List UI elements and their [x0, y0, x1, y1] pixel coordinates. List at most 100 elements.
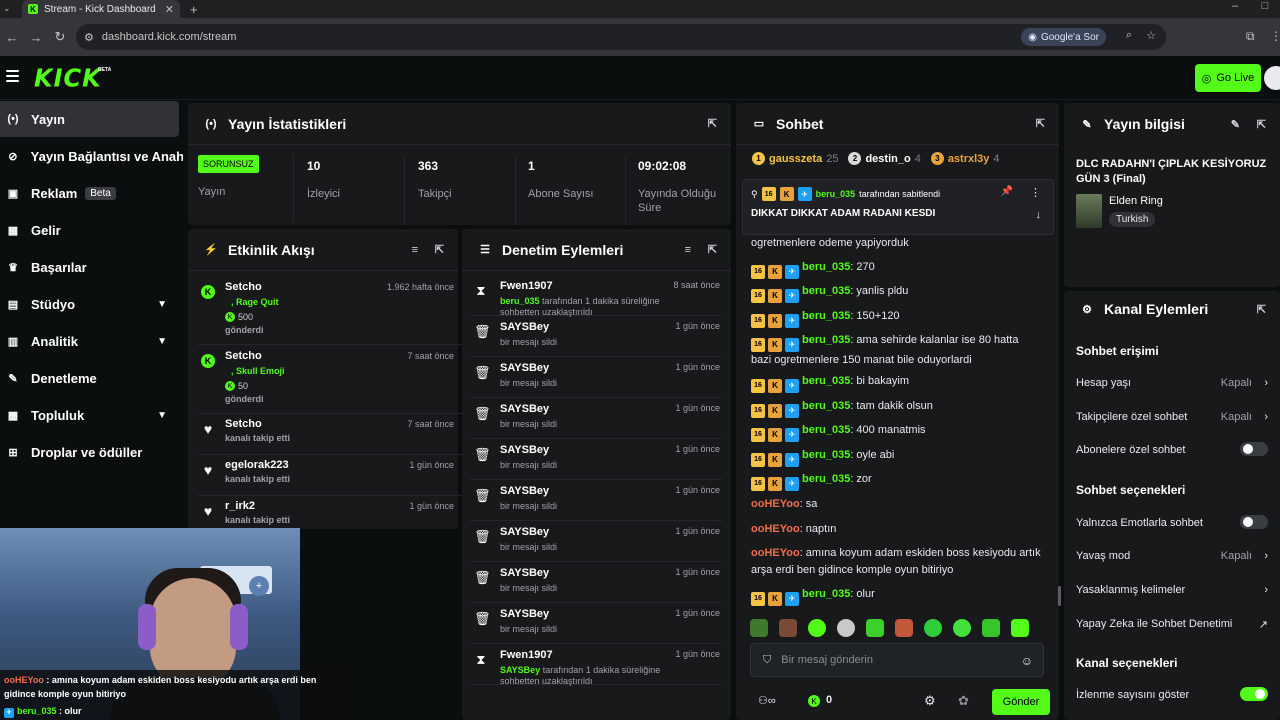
chat-username[interactable]: ooHEYoo — [751, 498, 800, 510]
popout-icon[interactable]: ⇱ — [1257, 118, 1266, 131]
emote-only-toggle[interactable] — [1240, 515, 1268, 529]
mod-user[interactable]: SAYSBey — [500, 608, 549, 620]
maximize-icon[interactable]: □ — [1250, 0, 1280, 12]
chat-username[interactable]: beru_035 — [802, 400, 850, 412]
send-button[interactable]: Gönder — [992, 689, 1050, 715]
mod-user[interactable]: SAYSBey — [500, 567, 549, 579]
sidebar-item-stream-link[interactable]: ⊘ Yayın Bağlantısı ve Anahtarı — [0, 138, 183, 174]
activity-user[interactable]: egelorak223 — [225, 459, 289, 471]
chat-username[interactable]: beru_035 — [802, 375, 850, 387]
filter-icon[interactable]: ≡ — [412, 244, 418, 256]
users-icon[interactable]: ⚇∞ — [758, 694, 776, 707]
popout-icon[interactable]: ⇱ — [708, 243, 717, 256]
emote-icon[interactable] — [866, 619, 884, 637]
chat-username[interactable]: beru_035 — [802, 310, 850, 322]
setting-followers-only[interactable]: Takipçilere özel sohbet Kapalı › — [1076, 411, 1268, 423]
sidebar-item-analitik[interactable]: ▥ Analitik ▼ — [0, 323, 183, 359]
top-gifter[interactable]: 1 gausszeta 25 — [752, 152, 838, 165]
emote-icon[interactable] — [808, 619, 826, 637]
emoji-icon[interactable]: ☺ — [1021, 654, 1033, 668]
emote-icon[interactable] — [924, 619, 942, 637]
unpin-icon[interactable]: 📌 — [1001, 186, 1013, 197]
setting-account-age[interactable]: Hesap yaşı Kapalı › — [1076, 377, 1268, 389]
mod-user[interactable]: SAYSBey — [500, 362, 549, 374]
popout-icon[interactable]: ⇱ — [1257, 303, 1266, 316]
expand-down-icon[interactable]: ↓ — [1036, 209, 1042, 221]
chat-username[interactable]: beru_035 — [802, 473, 850, 485]
chat-username[interactable]: ooHEYoo — [751, 547, 800, 559]
more-options-icon[interactable]: ⋮ — [1030, 186, 1041, 199]
emote-icon[interactable] — [779, 619, 797, 637]
sidebar-item-yayin[interactable]: (•) Yayın — [0, 101, 179, 137]
ask-google-button[interactable]: ◉ Google'a Sor — [1021, 28, 1106, 46]
sidebar-item-gelir[interactable]: ▦ Gelir — [0, 212, 183, 248]
chat-username[interactable]: beru_035 — [802, 588, 850, 600]
mod-user[interactable]: SAYSBey — [500, 321, 549, 333]
sidebar-item-droplar[interactable]: ⊞ Droplar ve ödüller — [0, 434, 183, 470]
emote-icon[interactable] — [895, 619, 913, 637]
popout-icon[interactable]: ⇱ — [435, 243, 444, 256]
game-name[interactable]: Elden Ring — [1109, 195, 1163, 207]
browser-menu-icon[interactable]: ⋮ — [1270, 29, 1280, 43]
chat-username[interactable]: beru_035 — [802, 261, 850, 273]
popout-icon[interactable]: ⇱ — [708, 117, 717, 130]
mod-user[interactable]: SAYSBey — [500, 403, 549, 415]
mod-user[interactable]: SAYSBey — [500, 526, 549, 538]
sidebar-item-topluluk[interactable]: ▩ Topluluk ▼ — [0, 397, 183, 433]
activity-user[interactable]: Setcho — [225, 418, 262, 430]
badge-settings-icon[interactable]: ✿ — [958, 693, 969, 709]
show-viewers-toggle[interactable] — [1240, 687, 1268, 701]
subs-only-toggle[interactable] — [1240, 442, 1268, 456]
kick-logo[interactable]: KICK — [34, 63, 102, 92]
chat-username[interactable]: beru_035 — [802, 334, 850, 346]
site-settings-icon[interactable]: ⚙ — [84, 31, 94, 44]
sidebar-item-basarilar[interactable]: ♛ Başarılar — [0, 249, 183, 285]
bookmark-star-icon[interactable]: ☆ — [1146, 29, 1156, 42]
setting-ai-moderation[interactable]: Yapay Zeka ile Sohbet Denetimi ↗ — [1076, 618, 1268, 631]
sidebar-item-denetleme[interactable]: ✎ Denetleme — [0, 360, 183, 396]
emote-icon[interactable] — [982, 619, 1000, 637]
emote-icon[interactable] — [953, 619, 971, 637]
setting-slow-mode[interactable]: Yavaş mod Kapalı › — [1076, 550, 1268, 562]
minimize-icon[interactable]: – — [1220, 0, 1250, 12]
extensions-icon[interactable]: ⧉ — [1246, 29, 1255, 44]
emote-icon[interactable] — [1011, 619, 1029, 637]
sidebar-item-studyo[interactable]: ▤ Stüdyo ▼ — [0, 286, 183, 322]
reload-icon[interactable]: ↻ — [48, 29, 72, 45]
emote-icon[interactable] — [837, 619, 855, 637]
menu-icon[interactable] — [6, 70, 19, 82]
chat-username[interactable]: ooHEYoo — [751, 523, 800, 535]
popout-icon[interactable]: ⇱ — [1036, 117, 1045, 130]
activity-user[interactable]: r_irk2 — [225, 500, 255, 512]
activity-user[interactable]: Setcho — [225, 350, 262, 362]
go-live-button[interactable]: ◎ Go Live — [1195, 64, 1261, 92]
mod-user[interactable]: Fwen1907 — [500, 280, 553, 292]
emote-icon[interactable] — [750, 619, 768, 637]
tab-search-icon[interactable]: ⌄ — [3, 3, 11, 14]
chat-username[interactable]: beru_035 — [802, 285, 850, 297]
pinned-user[interactable]: beru_035 — [816, 189, 856, 199]
mod-user[interactable]: Fwen1907 — [500, 649, 553, 661]
settings-gear-icon[interactable]: ⚙ — [924, 693, 936, 709]
zoom-icon[interactable]: ⌕ — [1126, 29, 1132, 42]
url-field[interactable]: ⚙ dashboard.kick.com/stream ◉ Google'a S… — [76, 24, 1166, 50]
back-icon[interactable]: ← — [0, 30, 24, 45]
chat-input[interactable]: ⛉ Bir mesaj gönderin ☺ — [750, 643, 1044, 677]
tab-close-icon[interactable]: ✕ — [165, 3, 174, 16]
edit-icon[interactable]: ✎ — [1231, 118, 1240, 131]
chat-scrollbar[interactable] — [1058, 586, 1061, 606]
browser-tab[interactable]: K Stream - Kick Dashboard ✕ — [22, 0, 180, 18]
mod-user[interactable]: SAYSBey — [500, 485, 549, 497]
setting-banned-words[interactable]: Yasaklanmış kelimeler › — [1076, 584, 1268, 596]
mod-user[interactable]: SAYSBey — [500, 444, 549, 456]
chat-username[interactable]: beru_035 — [802, 449, 850, 461]
forward-icon[interactable]: → — [24, 30, 48, 45]
top-gifter[interactable]: 2 destin_o 4 — [848, 152, 921, 165]
filter-icon[interactable]: ≡ — [685, 244, 691, 256]
sidebar-item-reklam[interactable]: ▣ Reklam Beta — [0, 175, 183, 211]
new-tab-button[interactable]: + — [190, 2, 198, 17]
activity-user[interactable]: Setcho — [225, 281, 262, 293]
top-gifter[interactable]: 3 astrxl3y 4 — [930, 152, 1000, 165]
avatar[interactable] — [1264, 66, 1280, 90]
chat-username[interactable]: beru_035 — [802, 424, 850, 436]
